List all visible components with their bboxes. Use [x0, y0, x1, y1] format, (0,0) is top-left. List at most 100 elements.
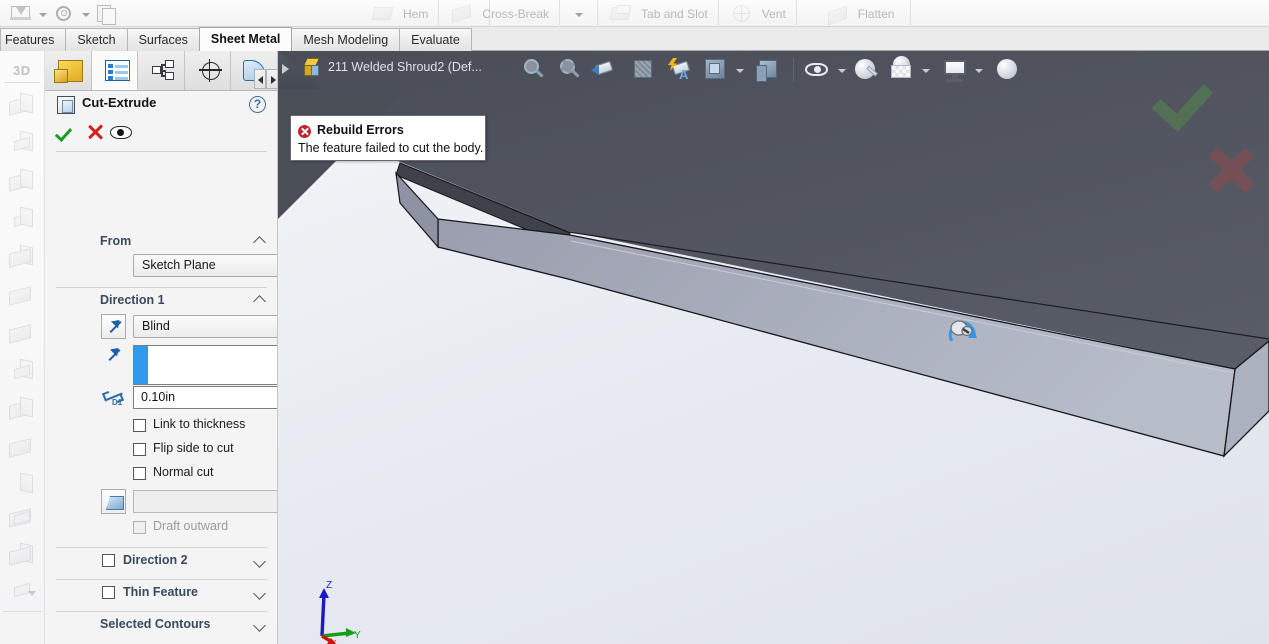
section-thin-feature-header[interactable]: Thin Feature: [45, 582, 277, 604]
ribbon-group-end: [910, 0, 923, 27]
left-toolbar-more-caret[interactable]: [28, 588, 38, 598]
direction-reference-field[interactable]: [133, 345, 277, 385]
ok-button[interactable]: [54, 121, 79, 143]
save-dropdown-caret[interactable]: [38, 2, 47, 26]
chevron-up-icon[interactable]: [255, 296, 266, 307]
end-condition-select[interactable]: Blind: [133, 315, 277, 338]
draft-angle-input[interactable]: [133, 490, 277, 513]
tab-scroll-right-button[interactable]: [266, 69, 277, 89]
apply-scene-caret[interactable]: [920, 55, 932, 85]
checkbox-box: [133, 419, 146, 432]
section-selected-contours-header[interactable]: Selected Contours: [45, 614, 277, 636]
rotate-view-sphere-icon[interactable]: [993, 55, 1023, 85]
section-direction1-label: Direction 1: [100, 293, 165, 307]
tab-surfaces[interactable]: Surfaces: [126, 28, 200, 51]
apply-scene-dropdown-icon[interactable]: [887, 55, 917, 85]
depth-input[interactable]: 0.10in: [133, 386, 277, 409]
save-icon[interactable]: [6, 2, 36, 26]
configuration-manager-tab[interactable]: [138, 51, 185, 90]
more-commands-caret[interactable]: [574, 2, 584, 26]
jog-icon[interactable]: [5, 317, 39, 351]
display-style-caret[interactable]: [734, 55, 746, 85]
direction-arrow-icon: [106, 348, 120, 362]
selection-accent-bar: [134, 346, 148, 384]
forming-tool-icon[interactable]: [5, 469, 39, 503]
section-view-icon[interactable]: [629, 55, 659, 85]
expand-tree-arrow-icon[interactable]: [282, 64, 289, 74]
ribbon-label-tab-and-slot: Tab and Slot: [641, 6, 708, 21]
detailed-preview-button[interactable]: [109, 121, 133, 143]
end-condition-value: Blind: [142, 319, 170, 333]
isometric-cube-icon[interactable]: [754, 55, 784, 85]
draft-angle-icon[interactable]: [101, 489, 126, 514]
display-style-icon[interactable]: [701, 55, 731, 85]
checkbox-box: [133, 521, 146, 534]
miter-flange-icon[interactable]: [5, 241, 39, 275]
graphics-viewport[interactable]: A 211 Welded Shroud2 (Def... Rebuild Err…: [278, 51, 1269, 644]
tab-features[interactable]: Features: [0, 28, 67, 51]
options-dropdown-caret[interactable]: [81, 2, 90, 26]
section-direction1-header[interactable]: Direction 1: [45, 290, 277, 312]
section-from-header[interactable]: From: [45, 231, 277, 253]
convert-to-sheet-metal-icon[interactable]: [5, 127, 39, 161]
thin-feature-enable-checkbox[interactable]: [102, 586, 115, 599]
chevron-down-icon[interactable]: [255, 620, 266, 631]
chevron-down-icon[interactable]: [255, 588, 266, 599]
previous-view-icon[interactable]: [591, 55, 623, 85]
hem-tool-icon[interactable]: [5, 279, 39, 313]
base-flange-icon[interactable]: [5, 89, 39, 123]
ribbon-group-hem[interactable]: Hem: [360, 0, 438, 27]
tab-scroll-left-button[interactable]: [254, 69, 266, 89]
lofted-bend-icon[interactable]: [5, 165, 39, 199]
edge-flange-icon[interactable]: [5, 203, 39, 237]
edit-appearance-icon[interactable]: [851, 55, 881, 85]
extruded-cut-icon[interactable]: [5, 501, 39, 535]
dimxpert-manager-tab[interactable]: [184, 51, 232, 90]
configuration-icon: [152, 60, 175, 81]
flatten-tool-icon[interactable]: [5, 539, 39, 573]
view-settings-icon[interactable]: [940, 55, 970, 85]
normal-cut-label: Normal cut: [153, 465, 214, 479]
ribbon-overflow-caret[interactable]: [559, 0, 597, 27]
confirm-cancel-x[interactable]: [1203, 141, 1261, 199]
welded-corner-icon[interactable]: [5, 431, 39, 465]
property-manager-action-bar: [45, 119, 277, 147]
ribbon-group-vent[interactable]: Vent: [717, 0, 796, 27]
start-condition-select[interactable]: Sketch Plane: [133, 254, 277, 277]
tab-sketch[interactable]: Sketch: [65, 28, 128, 51]
property-manager-tab[interactable]: [91, 51, 139, 90]
direction2-enable-checkbox[interactable]: [102, 554, 115, 567]
help-icon[interactable]: ?: [249, 96, 266, 113]
depth-value: 0.10in: [141, 390, 176, 404]
ribbon-toolbar: Hem Cross-Break Tab and Slot Vent Flatte…: [0, 0, 1269, 27]
view-orientation-icon[interactable]: A: [665, 55, 695, 85]
ribbon-group-cross-break[interactable]: Cross-Break: [438, 0, 559, 27]
tab-mesh-modeling[interactable]: Mesh Modeling: [291, 28, 401, 51]
hide-show-caret[interactable]: [836, 55, 848, 85]
closed-corner-icon[interactable]: [5, 393, 39, 427]
rebuild-errors-tooltip: Rebuild Errors The feature failed to cut…: [290, 115, 486, 161]
ribbon-label-flatten: Flatten: [857, 6, 895, 21]
feature-manager-tree-tab[interactable]: [45, 51, 92, 90]
confirm-ok-checkmark[interactable]: [1155, 71, 1219, 125]
cancel-button[interactable]: [83, 121, 107, 143]
tab-sheet-metal[interactable]: Sheet Metal: [198, 27, 293, 51]
feature-tree-flyout[interactable]: 211 Welded Shroud2 (Def...: [278, 51, 578, 89]
tab-evaluate[interactable]: Evaluate: [399, 28, 472, 51]
draft-outward-label: Draft outward: [153, 519, 229, 533]
chevron-down-icon[interactable]: [255, 556, 266, 567]
ribbon-group-tab-and-slot[interactable]: Tab and Slot: [597, 0, 718, 27]
reverse-direction-button[interactable]: [101, 314, 126, 339]
hide-show-items-icon[interactable]: [803, 55, 833, 85]
page-title: Cut-Extrude: [82, 95, 157, 110]
options-gear-icon[interactable]: [49, 2, 79, 26]
chevron-up-icon[interactable]: [255, 237, 266, 248]
view-settings-caret[interactable]: [973, 55, 985, 85]
ribbon-group-flatten[interactable]: Flatten: [795, 0, 911, 27]
property-manager-icon: [104, 60, 130, 81]
new-document-icon[interactable]: [92, 2, 122, 26]
ribbon-label-hem: Hem: [403, 6, 429, 21]
sketched-bend-icon[interactable]: [5, 355, 39, 389]
section-direction2-label: Direction 2: [123, 553, 188, 567]
section-direction2-header[interactable]: Direction 2: [45, 550, 277, 572]
